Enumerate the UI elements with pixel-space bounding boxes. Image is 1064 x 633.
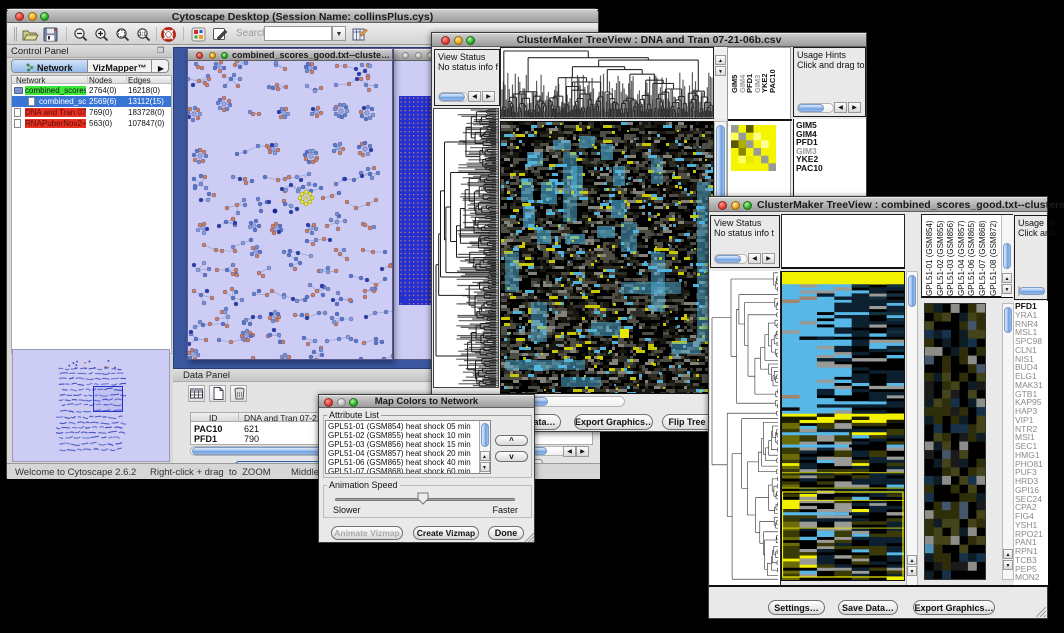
svg-text:1:1: 1:1 [139,32,146,38]
